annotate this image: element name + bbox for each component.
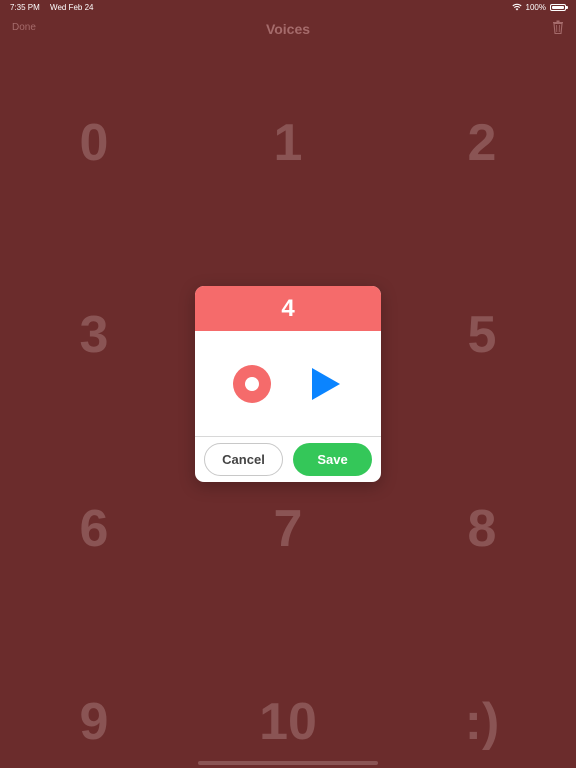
digit-5[interactable]: 5 — [422, 309, 542, 361]
home-indicator — [198, 761, 378, 765]
status-date: Wed Feb 24 — [50, 2, 94, 12]
status-bar: 7:35 PM Wed Feb 24 100% — [0, 0, 576, 14]
play-button[interactable] — [309, 366, 343, 402]
battery-fill — [552, 5, 564, 9]
dialog-actions: Cancel Save — [195, 437, 381, 482]
page-title: Voices — [265, 21, 311, 37]
nav-bar: Done Voices — [0, 14, 576, 44]
cancel-button[interactable]: Cancel — [204, 443, 283, 476]
save-button[interactable]: Save — [293, 443, 372, 476]
digit-0[interactable]: 0 — [34, 117, 154, 169]
status-time: 7:35 PM — [10, 2, 40, 12]
record-button[interactable] — [233, 364, 271, 403]
digit-7[interactable]: 7 — [228, 503, 348, 555]
digit-9[interactable]: 9 — [34, 696, 154, 748]
digit-smiley[interactable]: :) — [422, 696, 542, 748]
done-button[interactable]: Done — [12, 22, 36, 33]
dialog-body — [195, 331, 381, 437]
dialog-header: 4 — [195, 286, 381, 331]
trash-icon[interactable] — [552, 20, 564, 34]
battery-icon — [550, 3, 568, 11]
digit-1[interactable]: 1 — [228, 117, 348, 169]
digit-2[interactable]: 2 — [422, 117, 542, 169]
record-icon — [245, 376, 259, 391]
digit-8[interactable]: 8 — [422, 503, 542, 555]
battery-percent: 100% — [525, 2, 546, 12]
status-left: 7:35 PM Wed Feb 24 — [10, 3, 101, 12]
dialog-title: 4 — [281, 294, 295, 322]
wifi-icon — [511, 3, 522, 11]
voice-record-dialog: 4 Cancel Save — [195, 286, 381, 482]
digit-3[interactable]: 3 — [34, 309, 154, 361]
digit-6[interactable]: 6 — [34, 503, 154, 555]
digit-10[interactable]: 10 — [228, 696, 348, 748]
status-right: 100% — [511, 2, 568, 12]
play-icon — [312, 367, 340, 400]
